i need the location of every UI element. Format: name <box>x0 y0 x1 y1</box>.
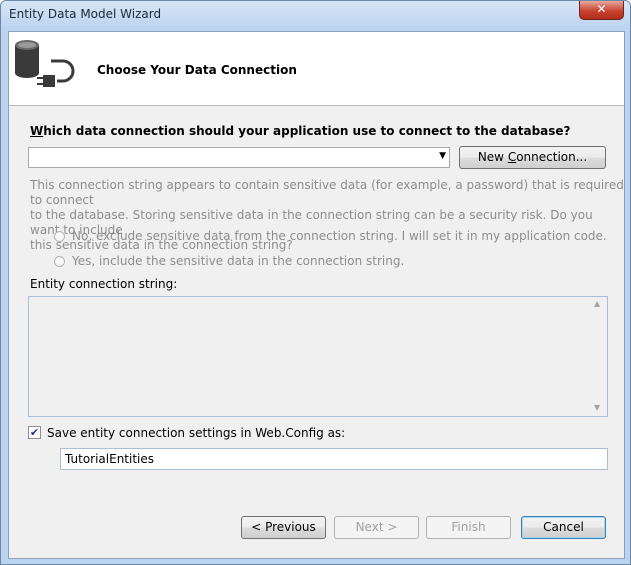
connection-question-label: Which data connection should your applic… <box>30 124 571 138</box>
new-connection-label-post: onnection... <box>516 150 588 164</box>
close-button[interactable]: ✕ <box>579 1 624 20</box>
data-connection-combo[interactable]: ▼ <box>28 147 450 168</box>
question-mnemonic: W <box>30 124 44 138</box>
save-settings-label: Save entity connection settings in Web.C… <box>47 426 346 440</box>
radio-include-sensitive[interactable] <box>54 256 65 267</box>
radio-exclude-label: No, exclude sensitive data from the conn… <box>72 229 607 243</box>
checkmark-icon: ✔ <box>29 426 40 439</box>
finish-button[interactable]: Finish <box>426 516 511 539</box>
sensitive-text-line-1: This connection string appears to contai… <box>30 178 624 207</box>
page-title: Choose Your Data Connection <box>97 63 297 77</box>
previous-button[interactable]: < Previous <box>241 516 326 539</box>
config-name-input[interactable]: TutorialEntities <box>60 448 608 470</box>
new-connection-label-pre: New <box>477 150 508 164</box>
wizard-header: Choose Your Data Connection <box>9 32 624 106</box>
entity-connection-string-box[interactable]: ▲ ▼ <box>28 296 608 417</box>
vertical-scrollbar[interactable]: ▲ ▼ <box>591 297 607 416</box>
new-connection-button[interactable]: New Connection... <box>459 146 606 169</box>
cancel-button[interactable]: Cancel <box>521 516 606 539</box>
title-bar: Entity Data Model Wizard ✕ <box>1 1 630 29</box>
window-title: Entity Data Model Wizard <box>9 7 162 21</box>
save-settings-checkbox[interactable]: ✔ <box>28 426 41 439</box>
next-button[interactable]: Next > <box>334 516 419 539</box>
scroll-up-icon[interactable]: ▲ <box>594 299 600 308</box>
radio-include-label: Yes, include the sensitive data in the c… <box>72 254 405 268</box>
wizard-window: Entity Data Model Wizard ✕ Choose Your D… <box>0 0 631 565</box>
new-connection-mnemonic: C <box>507 150 517 164</box>
question-text: hich data connection should your applica… <box>43 124 571 138</box>
entity-connection-label: Entity connection string: <box>30 277 178 291</box>
database-plug-icon <box>15 40 75 87</box>
scroll-down-icon[interactable]: ▼ <box>594 403 600 412</box>
radio-exclude-sensitive[interactable] <box>54 231 65 242</box>
wizard-content: Choose Your Data Connection Which data c… <box>8 31 625 559</box>
chevron-down-icon[interactable]: ▼ <box>439 151 446 161</box>
